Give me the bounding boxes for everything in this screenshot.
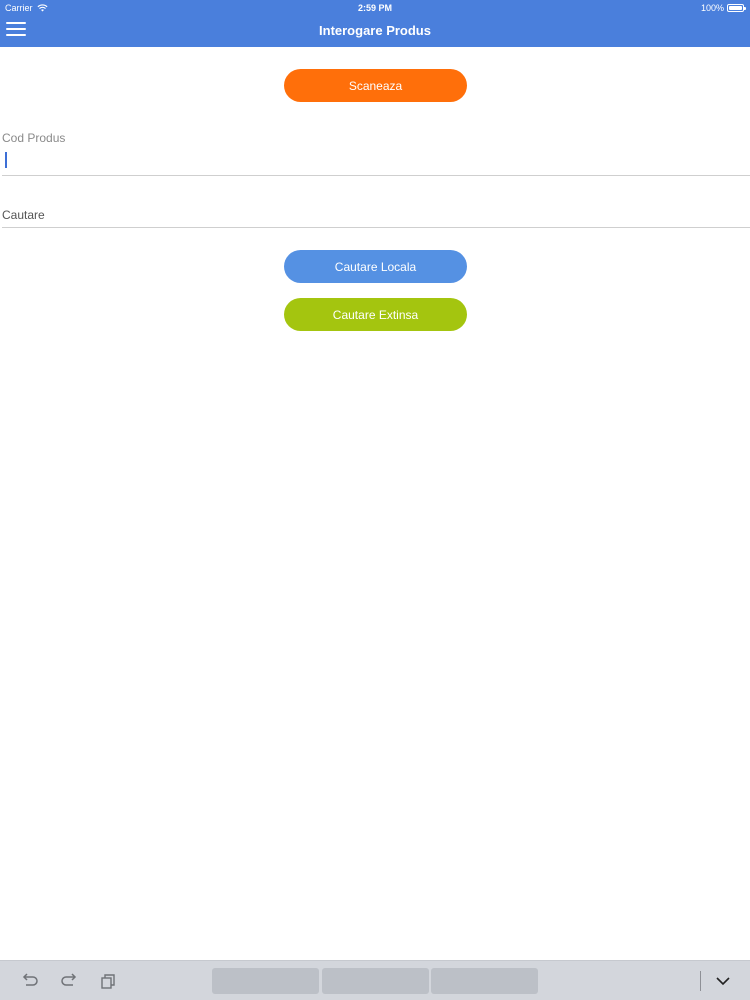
text-cursor xyxy=(5,152,7,168)
paste-icon[interactable] xyxy=(99,973,117,989)
status-time: 2:59 PM xyxy=(357,3,392,13)
product-code-underline xyxy=(2,175,750,176)
keyboard-suggestion-key[interactable] xyxy=(322,968,429,994)
keyboard-suggestion-key[interactable] xyxy=(212,968,319,994)
battery-icon xyxy=(727,4,746,12)
extended-search-button[interactable]: Cautare Extinsa xyxy=(284,298,467,331)
keyboard-shortcut-bar xyxy=(0,960,750,1000)
navigation-bar: Carrier 2:59 PM 100% Interogare Produs xyxy=(0,0,750,47)
search-underline xyxy=(2,227,750,228)
battery-percent: 100% xyxy=(700,3,724,13)
chevron-down-icon[interactable] xyxy=(714,974,732,988)
local-search-button[interactable]: Cautare Locala xyxy=(284,250,467,283)
page-title: Interogare Produs xyxy=(319,23,431,38)
undo-icon[interactable] xyxy=(21,973,39,989)
keyboard-suggestion-key[interactable] xyxy=(431,968,538,994)
toolbar-separator xyxy=(700,971,701,991)
search-field[interactable]: Cautare xyxy=(2,208,45,222)
redo-icon[interactable] xyxy=(60,973,78,989)
battery-level-fill xyxy=(729,6,742,10)
status-bar: Carrier 2:59 PM 100% xyxy=(0,0,750,16)
battery-indicator: 100% xyxy=(700,3,746,13)
scan-button[interactable]: Scaneaza xyxy=(284,69,467,102)
product-code-input[interactable] xyxy=(2,150,750,172)
product-code-label: Cod Produs xyxy=(2,131,66,145)
